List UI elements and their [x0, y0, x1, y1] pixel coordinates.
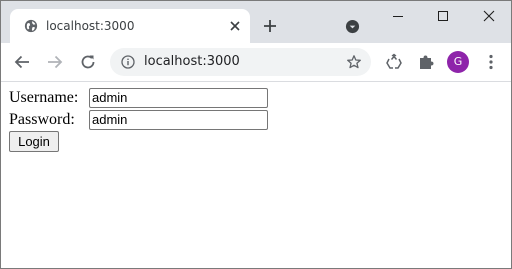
profile-avatar[interactable]: G [447, 51, 469, 73]
page-content: Username: Password: Login [1, 82, 511, 268]
new-tab-plus-icon[interactable] [263, 19, 277, 33]
reload-icon[interactable] [79, 53, 97, 71]
forward-arrow-icon[interactable] [46, 53, 64, 71]
recycle-extension-icon[interactable] [385, 53, 403, 71]
password-input[interactable] [89, 110, 268, 130]
more-menu-icon[interactable] [482, 53, 500, 71]
username-input[interactable] [89, 88, 268, 108]
tab-strip: localhost:3000 [1, 1, 511, 43]
extensions-puzzle-icon[interactable] [417, 53, 435, 71]
tab-title: localhost:3000 [46, 19, 135, 33]
minimize-icon[interactable] [390, 8, 406, 24]
password-label: Password: [9, 111, 75, 128]
globe-icon [24, 19, 38, 33]
maximize-icon[interactable] [435, 8, 451, 24]
tab-search-icon[interactable] [345, 19, 360, 34]
info-icon[interactable] [121, 55, 135, 69]
login-button[interactable]: Login [9, 131, 59, 152]
browser-window: localhost:3000 localhost:3000 G Username… [0, 0, 512, 269]
back-arrow-icon[interactable] [13, 53, 31, 71]
tab-active[interactable]: localhost:3000 [10, 9, 250, 43]
close-icon[interactable] [228, 19, 242, 33]
star-icon[interactable] [346, 54, 362, 70]
browser-toolbar: localhost:3000 G [1, 43, 511, 82]
username-label: Username: [9, 89, 79, 106]
window-close-icon[interactable] [481, 8, 497, 24]
url-text[interactable]: localhost:3000 [144, 54, 240, 70]
address-bar[interactable]: localhost:3000 [110, 48, 371, 76]
